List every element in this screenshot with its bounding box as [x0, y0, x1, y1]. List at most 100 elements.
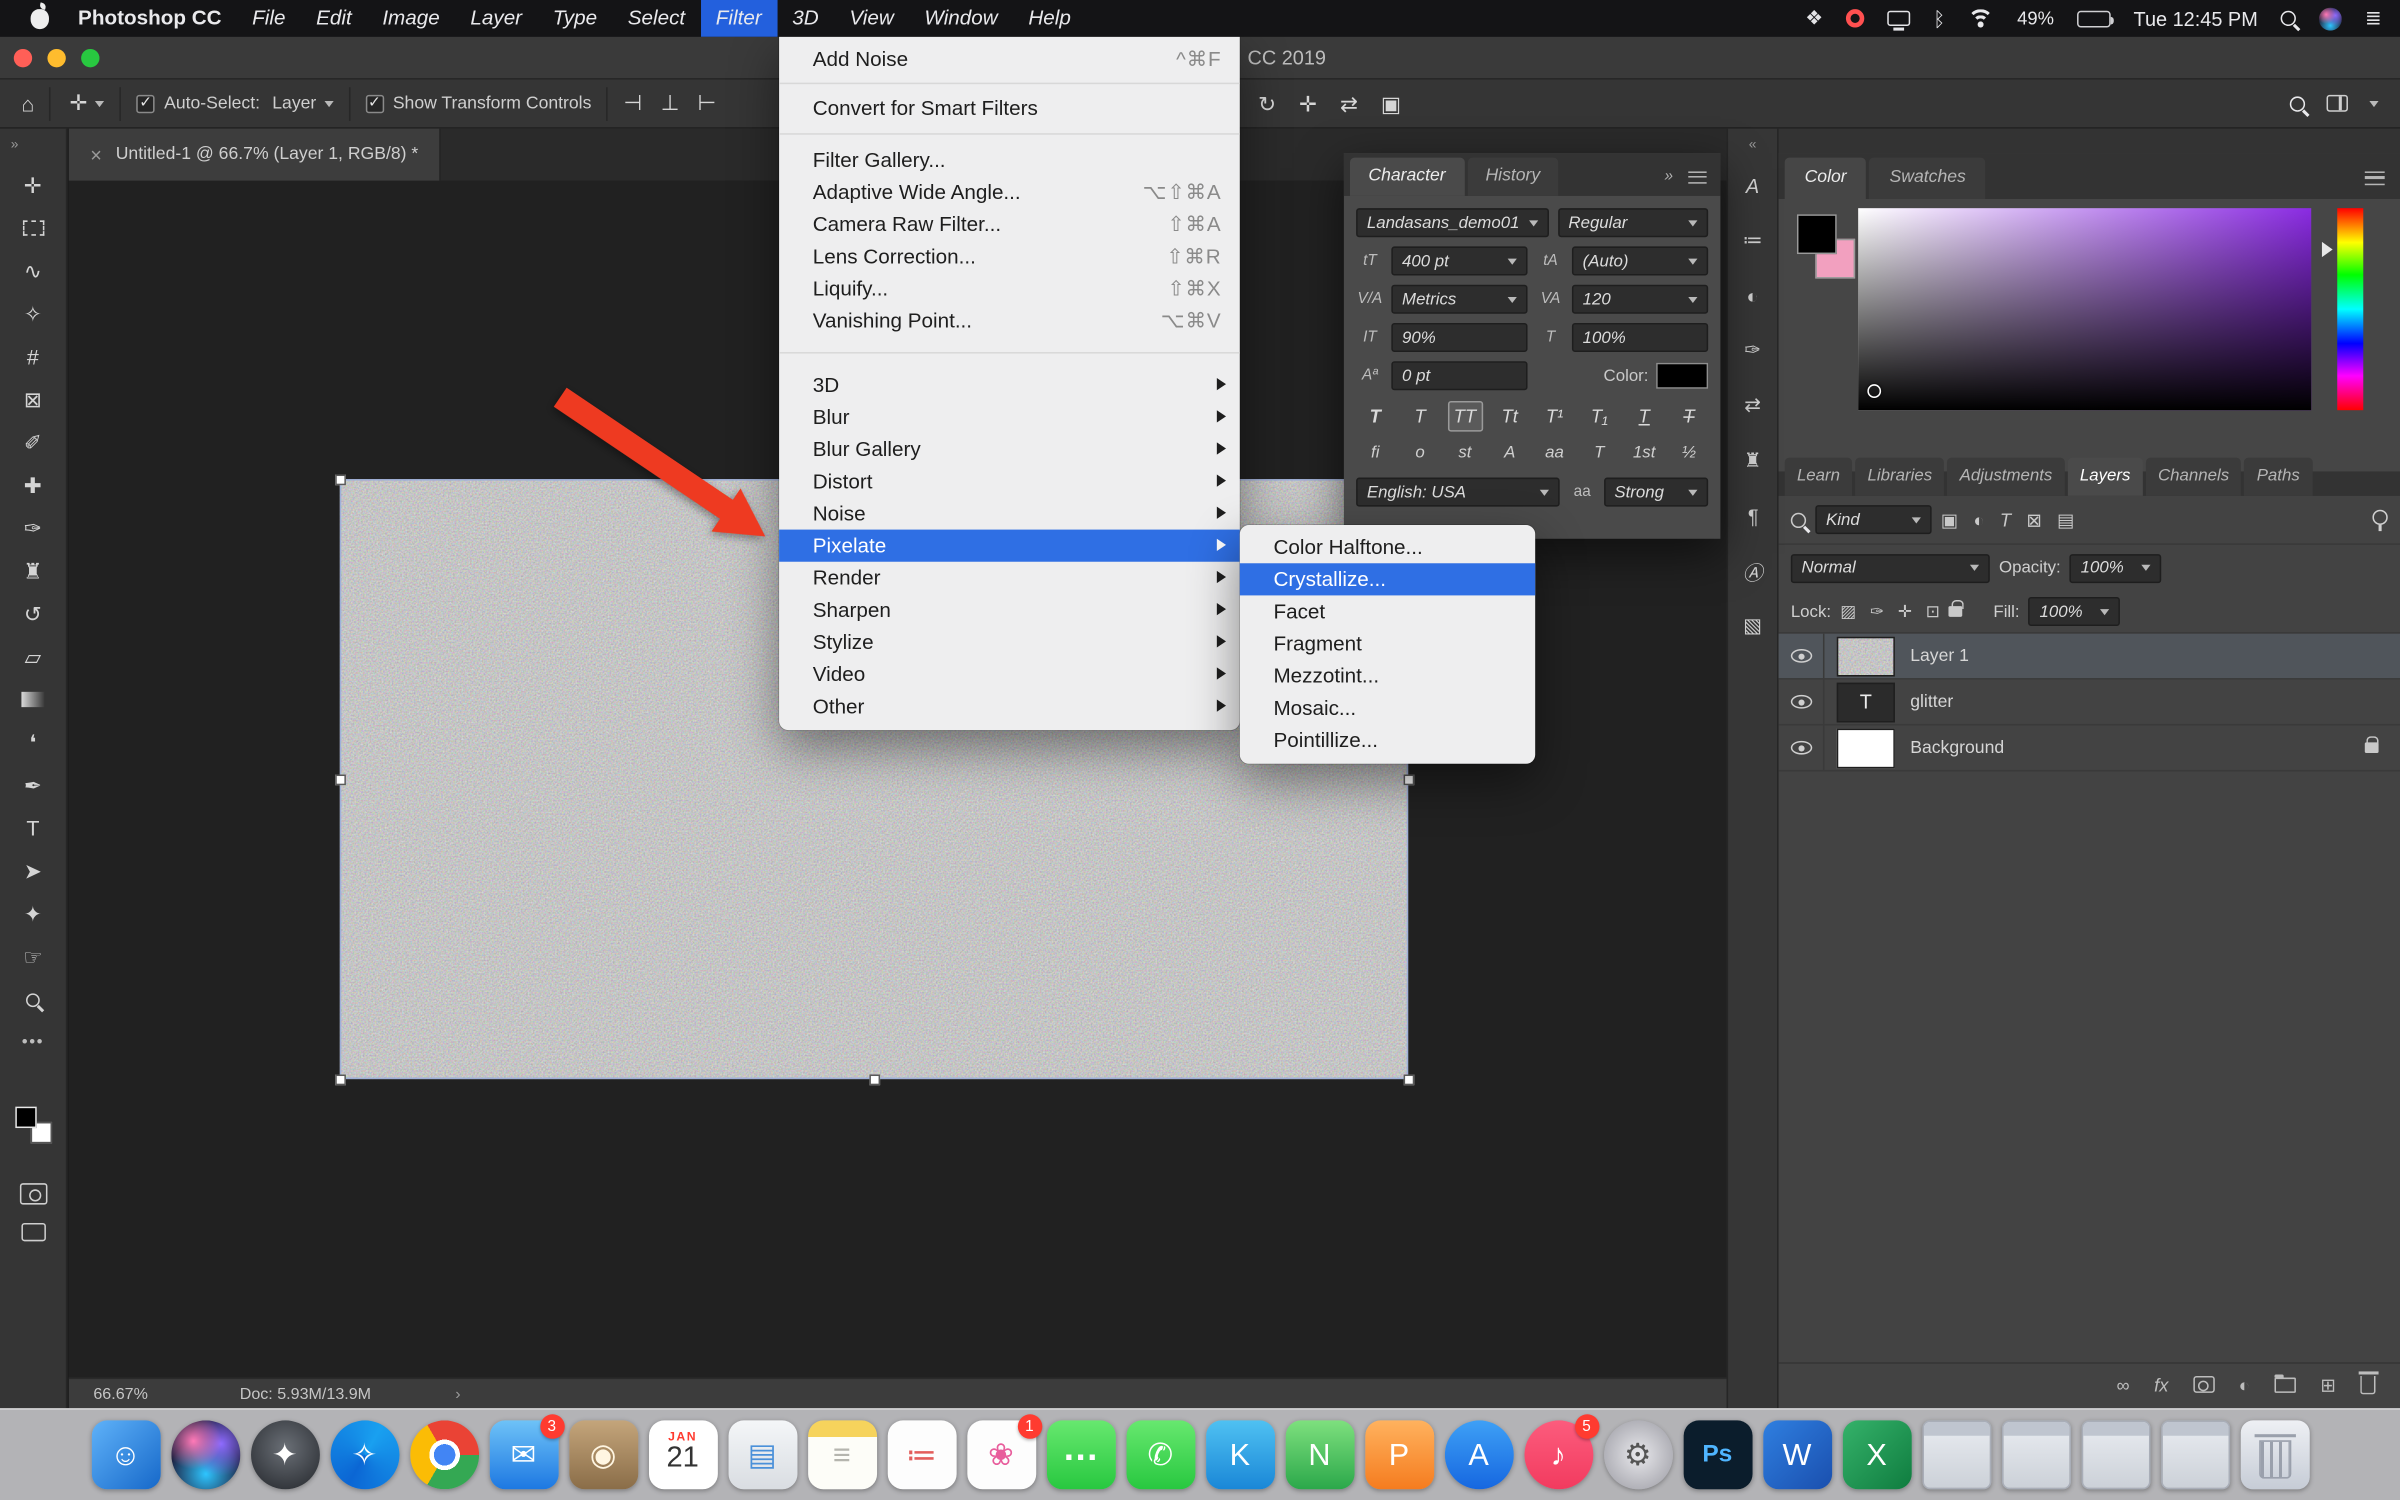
zoom-level[interactable]: 66.67%: [93, 1384, 148, 1402]
menu-type[interactable]: Type: [537, 0, 612, 37]
record-status-icon[interactable]: [1846, 9, 1865, 28]
font-size-select[interactable]: 400 pt: [1391, 246, 1528, 276]
align-left-icon[interactable]: ⊣: [624, 90, 643, 116]
filter-smart-objects-icon[interactable]: ▤: [2057, 509, 2074, 530]
language-select[interactable]: English: USA: [1356, 477, 1560, 507]
menu-item-render[interactable]: Render: [779, 562, 1240, 594]
superscript-button[interactable]: T¹: [1537, 401, 1572, 432]
dock-app-store[interactable]: A: [1444, 1420, 1514, 1490]
crop-tool[interactable]: #: [11, 335, 54, 378]
dock-numbers[interactable]: N: [1284, 1420, 1354, 1490]
faux-italic-button[interactable]: T: [1402, 401, 1437, 432]
menu-item-mezzotint[interactable]: Mezzotint...: [1240, 660, 1535, 692]
dock-reminders[interactable]: ≔: [886, 1420, 956, 1490]
menu-item-pointillize[interactable]: Pointillize...: [1240, 724, 1535, 756]
panel-menu-icon[interactable]: [2364, 171, 2385, 186]
dock-music[interactable]: ♪ 5: [1523, 1414, 1599, 1490]
healing-brush-tool[interactable]: ✚: [11, 464, 54, 507]
status-chevron-icon[interactable]: ›: [455, 1384, 460, 1402]
brush-settings-panel-icon[interactable]: ≔: [1734, 222, 1771, 259]
dock-photo-booth[interactable]: ◉: [568, 1420, 638, 1490]
3d-panel-icon[interactable]: ▧: [1734, 608, 1771, 645]
layer-thumbnail[interactable]: [1836, 635, 1895, 676]
brush-tool[interactable]: ✑: [11, 507, 54, 550]
paragraph-panel-icon[interactable]: ¶: [1734, 497, 1771, 534]
dock-calendar[interactable]: JAN 21: [648, 1420, 718, 1490]
frame-tool[interactable]: ⊠: [11, 378, 54, 421]
layer-row-glitter[interactable]: T glitter: [1778, 679, 2400, 726]
brushes-panel-icon[interactable]: ✑: [1734, 332, 1771, 369]
menu-view[interactable]: View: [834, 0, 909, 37]
orbit-3d-icon[interactable]: ↻: [1258, 91, 1276, 117]
menu-bar-clock[interactable]: Tue 12:45 PM: [2134, 7, 2258, 30]
menu-help[interactable]: Help: [1013, 0, 1086, 37]
menu-item-mosaic[interactable]: Mosaic...: [1240, 692, 1535, 724]
move-tool[interactable]: ✛: [11, 164, 54, 207]
tab-paths[interactable]: Paths: [2244, 457, 2313, 496]
auto-select-checkbox[interactable]: ✓: [136, 94, 155, 113]
saturation-brightness-field[interactable]: [1858, 208, 2312, 411]
delete-layer-icon[interactable]: [2357, 1371, 2378, 1394]
menu-item-pixelate[interactable]: Pixelate: [779, 529, 1240, 562]
dock-messages[interactable]: …: [1046, 1420, 1116, 1490]
wifi-icon[interactable]: [1968, 9, 1995, 28]
character-styles-panel-icon[interactable]: A: [1734, 167, 1771, 204]
tab-libraries[interactable]: Libraries: [1855, 457, 1945, 496]
dock-word[interactable]: W: [1762, 1420, 1832, 1490]
layer-row-layer-1[interactable]: Layer 1: [1778, 633, 2400, 680]
filter-type-layers-icon[interactable]: T: [2000, 509, 2011, 530]
expand-panel-icon[interactable]: »: [1664, 168, 1673, 185]
history-panel-icon[interactable]: ⇄: [1734, 387, 1771, 424]
tab-channels[interactable]: Channels: [2145, 457, 2242, 496]
dock-chrome[interactable]: [409, 1420, 479, 1490]
slide-3d-icon[interactable]: ⇄: [1340, 91, 1358, 117]
text-color-swatch[interactable]: [1656, 362, 1709, 389]
layer-thumbnail[interactable]: T: [1836, 681, 1895, 722]
dock-window-1[interactable]: [1921, 1420, 1991, 1490]
menu-select[interactable]: Select: [612, 0, 700, 37]
tab-swatches[interactable]: Swatches: [1869, 157, 1986, 199]
fill-select[interactable]: 100%: [2028, 596, 2121, 627]
layer-style-icon[interactable]: fx: [2154, 1374, 2168, 1395]
menu-item-vanishing-point[interactable]: Vanishing Point... ⌥⌘V: [779, 305, 1240, 337]
tab-learn[interactable]: Learn: [1784, 457, 1853, 496]
menu-item-other[interactable]: Other: [779, 690, 1240, 722]
menu-item-blur-gallery[interactable]: Blur Gallery: [779, 433, 1240, 465]
menu-item-adaptive-wide-angle[interactable]: Adaptive Wide Angle... ⌥⇧⌘A: [779, 176, 1240, 208]
tab-adjustments[interactable]: Adjustments: [1947, 457, 2065, 496]
pen-tool[interactable]: ✒: [11, 764, 54, 807]
dock-trash[interactable]: [2240, 1420, 2309, 1490]
dock-finder[interactable]: ☺: [91, 1420, 160, 1490]
adjustments-panel-icon[interactable]: ◐: [1734, 277, 1771, 314]
font-style-select[interactable]: Regular: [1557, 208, 1709, 238]
lock-position-icon[interactable]: ✛: [1898, 602, 1912, 621]
layer-filter-toggle[interactable]: [2372, 508, 2388, 531]
display-icon[interactable]: [1887, 10, 1911, 30]
menu-item-filter-gallery[interactable]: Filter Gallery...: [779, 144, 1240, 176]
screen-mode-icon[interactable]: [20, 1222, 46, 1242]
menu-file[interactable]: File: [237, 0, 301, 37]
discretionary-ligatures-button[interactable]: st: [1447, 439, 1482, 467]
eraser-tool[interactable]: ▱: [11, 635, 54, 678]
eyedropper-tool[interactable]: ✐: [11, 421, 54, 464]
kerning-select[interactable]: Metrics: [1391, 284, 1528, 314]
menu-item-facet[interactable]: Facet: [1240, 595, 1535, 627]
subscript-button[interactable]: T₁: [1582, 401, 1617, 432]
link-layers-icon[interactable]: ∞: [2117, 1374, 2130, 1395]
faux-bold-button[interactable]: T: [1358, 401, 1393, 432]
dock-safari[interactable]: ✧: [329, 1420, 399, 1490]
foreground-color-swatch[interactable]: [14, 1106, 36, 1129]
layer-filter-select[interactable]: Kind: [1815, 505, 1932, 535]
anti-alias-select[interactable]: Strong: [1603, 477, 1709, 507]
stylistic-alternates-button[interactable]: aa: [1537, 439, 1572, 467]
leading-select[interactable]: (Auto): [1571, 246, 1709, 276]
menu-item-3d[interactable]: 3D: [779, 369, 1240, 401]
menu-window[interactable]: Window: [909, 0, 1013, 37]
type-tool[interactable]: T: [11, 807, 54, 850]
object-selection-tool[interactable]: ✧: [11, 292, 54, 335]
layer-thumbnail[interactable]: [1836, 727, 1895, 768]
opacity-select[interactable]: 100%: [2069, 553, 2162, 583]
layer-visibility-toggle[interactable]: [1779, 633, 1825, 679]
titling-alternates-button[interactable]: T: [1582, 439, 1617, 467]
dropbox-icon[interactable]: ❖: [1805, 6, 1823, 30]
